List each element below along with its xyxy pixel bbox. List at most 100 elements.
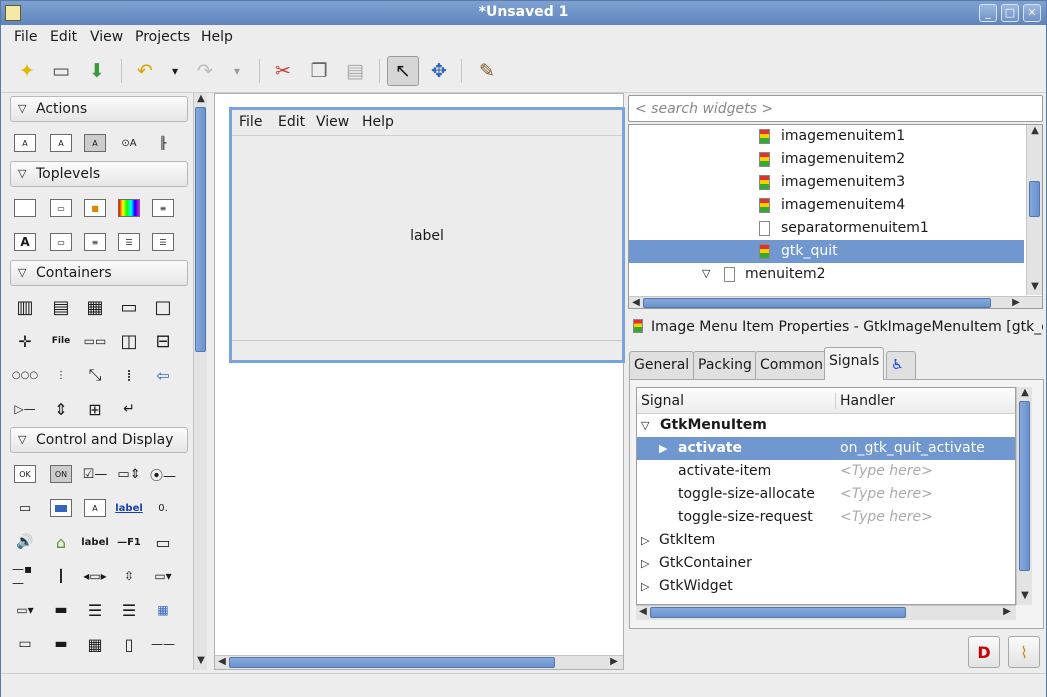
- input-dialog-icon[interactable]: ▭: [48, 230, 74, 254]
- hscrollbar-icon[interactable]: ◂▭▸: [82, 564, 108, 588]
- link-button-icon[interactable]: label: [115, 496, 143, 520]
- tree-vscrollbar[interactable]: ▲ ▼: [1026, 125, 1042, 295]
- scroll-down-icon[interactable]: ▼: [1018, 590, 1032, 601]
- check-button-icon[interactable]: ☑—: [82, 462, 108, 486]
- color-dialog-icon[interactable]: [116, 196, 142, 220]
- drag-resize-icon[interactable]: ✥: [423, 56, 455, 86]
- signal-group-row[interactable]: ▷ GtkItem: [637, 529, 1015, 552]
- progress-bar-icon[interactable]: ▬: [48, 598, 74, 622]
- hseparator-icon[interactable]: ——: [150, 632, 176, 656]
- recent-dialog-icon[interactable]: ☰: [116, 230, 142, 254]
- notebook-icon[interactable]: ▭: [116, 295, 142, 319]
- group-control-display[interactable]: ▽ Control and Display: [10, 427, 188, 453]
- canvas-scroll-thumb[interactable]: [229, 657, 555, 668]
- scroll-up-icon[interactable]: ▲: [194, 93, 208, 104]
- ruler-icon[interactable]: ▯: [116, 632, 142, 656]
- label-icon[interactable]: label: [81, 530, 109, 554]
- scroll-down-icon[interactable]: ▼: [194, 655, 208, 666]
- signals-scroll-thumb[interactable]: [1019, 401, 1030, 571]
- minimize-button[interactable]: _: [979, 4, 997, 22]
- new-icon[interactable]: ✦: [11, 56, 43, 86]
- combo-entry-icon[interactable]: ▭▾: [12, 598, 38, 622]
- statusbar-icon[interactable]: ▭: [12, 632, 38, 656]
- viewport-icon[interactable]: ↵: [116, 397, 142, 421]
- menu-file[interactable]: File: [14, 29, 37, 45]
- undo-icon[interactable]: ↶: [129, 56, 161, 86]
- file-dialog-icon[interactable]: ≡: [150, 196, 176, 220]
- tree-row-selected[interactable]: gtk_quit: [629, 240, 1024, 263]
- tree-row[interactable]: imagemenuitem1: [629, 125, 1024, 148]
- collapsed-arrow-icon[interactable]: ▶: [659, 442, 667, 455]
- signal-group-row[interactable]: ▷ GtkContainer: [637, 552, 1015, 575]
- event-box-icon[interactable]: ⇦: [150, 363, 176, 387]
- scale-button-icon[interactable]: 0.: [150, 496, 176, 520]
- scroll-right-icon[interactable]: ▶: [607, 656, 621, 667]
- selector-icon[interactable]: ↖: [387, 56, 419, 86]
- action-group-icon[interactable]: ╟: [150, 131, 176, 155]
- palette-scrollbar[interactable]: ▲ ▼: [193, 93, 207, 670]
- collapsed-arrow-icon[interactable]: ▷: [641, 534, 649, 547]
- group-containers[interactable]: ▽ Containers: [10, 260, 188, 286]
- recent-action-icon[interactable]: ⊙A: [116, 131, 142, 155]
- signal-group-row[interactable]: ▷ GtkWidget: [637, 575, 1015, 598]
- close-button[interactable]: ✕: [1023, 4, 1041, 22]
- tree-row[interactable]: imagemenuitem2: [629, 148, 1024, 171]
- preferences-icon[interactable]: ✎: [471, 56, 503, 86]
- tab-common[interactable]: Common: [755, 351, 829, 379]
- column-handler[interactable]: Handler: [835, 393, 895, 409]
- tree-scroll-thumb[interactable]: [1029, 181, 1040, 217]
- signals-scroll-thumb-h[interactable]: [650, 607, 906, 618]
- palette-scroll-thumb[interactable]: [195, 107, 206, 352]
- scroll-right-icon[interactable]: ▶: [1009, 297, 1023, 308]
- tree-row[interactable]: ▽ menuitem2: [629, 263, 1024, 286]
- spin-button-icon[interactable]: ▭⇕: [116, 462, 142, 486]
- scroll-left-icon[interactable]: ◀: [215, 656, 229, 667]
- entry-icon[interactable]: ▭: [150, 530, 176, 554]
- aspect-frame-icon[interactable]: ⇕: [48, 397, 74, 421]
- design-menu-help[interactable]: Help: [362, 114, 394, 130]
- save-icon[interactable]: ⬇: [81, 56, 113, 86]
- column-signal[interactable]: Signal: [641, 393, 684, 409]
- clear-icon[interactable]: ⌇: [1008, 636, 1040, 668]
- design-menu-file[interactable]: File: [239, 114, 262, 130]
- layout-icon[interactable]: ⤡: [82, 363, 108, 387]
- tree-row[interactable]: imagemenuitem4: [629, 194, 1024, 217]
- menu-help[interactable]: Help: [201, 29, 233, 45]
- scroll-right-icon[interactable]: ▶: [1000, 606, 1014, 617]
- menu-edit[interactable]: Edit: [50, 29, 77, 45]
- font-dialog-icon[interactable]: A: [12, 230, 38, 254]
- tree-view-icon[interactable]: ☰: [116, 598, 142, 622]
- vpaned-icon[interactable]: ⊟: [150, 329, 176, 353]
- scroll-down-icon[interactable]: ▼: [1028, 281, 1042, 292]
- hbox-icon[interactable]: ▥: [12, 295, 38, 319]
- menubar-widget-icon[interactable]: File: [48, 329, 74, 353]
- signals-hscrollbar[interactable]: ◀ ▶: [636, 605, 1016, 620]
- radio-action-icon[interactable]: A: [82, 131, 108, 155]
- redo-icon[interactable]: ↷: [189, 56, 221, 86]
- signals-vscrollbar[interactable]: ▲ ▼: [1016, 387, 1032, 605]
- tree-row[interactable]: imagemenuitem3: [629, 171, 1024, 194]
- file-chooser-button-icon[interactable]: ▭: [12, 496, 38, 520]
- volume-button-icon[interactable]: 🔊: [12, 530, 38, 554]
- hbuttonbox-icon[interactable]: ○○○: [12, 363, 38, 387]
- redo-dropdown-icon[interactable]: ▾: [221, 56, 253, 86]
- vscale-icon[interactable]: ┃: [48, 564, 74, 588]
- design-menu-edit[interactable]: Edit: [278, 114, 305, 130]
- copy-icon[interactable]: ❐: [303, 56, 335, 86]
- scroll-left-icon[interactable]: ◀: [629, 297, 643, 308]
- devhelp-icon[interactable]: D: [968, 636, 1000, 668]
- icon-view-icon[interactable]: ▦: [150, 598, 176, 622]
- action-icon[interactable]: A: [12, 131, 38, 155]
- tab-packing[interactable]: Packing: [693, 351, 757, 379]
- canvas-hscrollbar[interactable]: ◀ ▶: [215, 655, 623, 669]
- alignment-icon[interactable]: ⊞: [82, 397, 108, 421]
- expand-icon[interactable]: ▽: [641, 419, 649, 432]
- design-menu-view[interactable]: View: [316, 114, 349, 130]
- combo-box-icon[interactable]: ▭▾: [150, 564, 176, 588]
- tree-row[interactable]: separatormenuitem1: [629, 217, 1024, 240]
- design-canvas[interactable]: File Edit View Help label ◀ ▶: [214, 93, 625, 670]
- accel-label-icon[interactable]: —F1: [116, 530, 142, 554]
- menu-view[interactable]: View: [90, 29, 123, 45]
- expand-icon[interactable]: ▽: [702, 267, 710, 280]
- image-icon[interactable]: ⌂: [48, 530, 74, 554]
